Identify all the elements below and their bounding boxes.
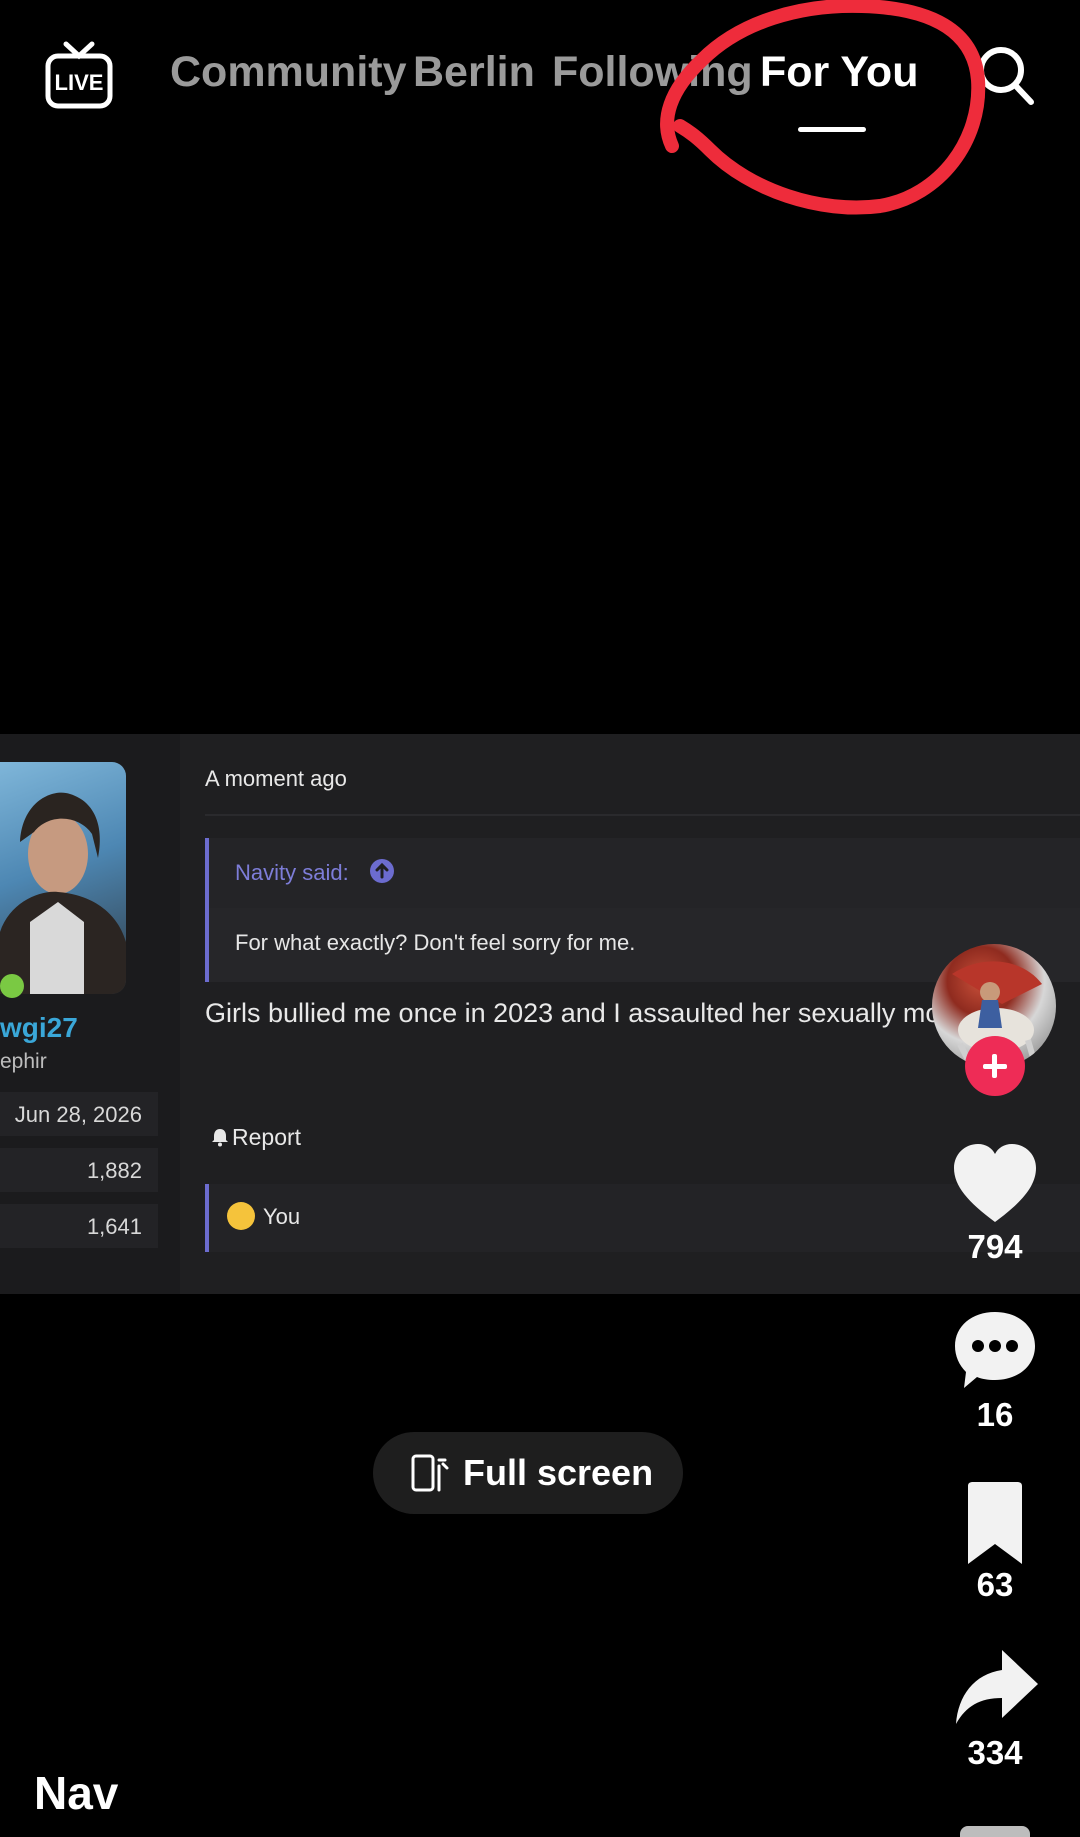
post-username: wgi27: [0, 1012, 78, 1043]
post-user-panel: wgi27 ephir Jun 28, 2026 1,882 1,641: [0, 734, 180, 1294]
post-timestamp: A moment ago: [205, 766, 347, 791]
quote-author: Navity said:: [235, 860, 349, 885]
tab-for-you[interactable]: For You: [760, 48, 918, 97]
quote-text: For what exactly? Don't feel sorry for m…: [235, 930, 636, 955]
bell-icon: [212, 1129, 228, 1147]
user-avatar: [0, 762, 126, 994]
save-count: 63: [976, 1566, 1014, 1603]
sound-disc-icon[interactable]: [960, 1826, 1030, 1837]
arrow-up-circle-icon: [370, 859, 394, 883]
report-link: Report: [210, 1124, 301, 1151]
red-annotation-circle: [660, 0, 986, 215]
heart-icon[interactable]: [950, 1140, 1040, 1230]
joy-emoji-icon: [227, 1202, 255, 1230]
post-body-text: Girls bullied me once in 2023 and I assa…: [205, 998, 941, 1028]
comment-icon[interactable]: [950, 1306, 1040, 1396]
forum-post-screenshot: wgi27 ephir Jun 28, 2026 1,882 1,641 A m…: [0, 734, 1080, 1294]
active-tab-indicator: [798, 127, 866, 132]
share-arrow-icon[interactable]: [950, 1644, 1040, 1734]
quote-block: Navity said: For what exactly? Don't fee…: [205, 838, 1080, 982]
tab-following[interactable]: Following: [552, 48, 753, 97]
live-tv-icon[interactable]: LIVE: [44, 40, 114, 110]
post-user-title: ephir: [0, 1050, 47, 1073]
bookmark-icon[interactable]: [950, 1478, 1040, 1568]
like-count: 794: [967, 1228, 1023, 1265]
online-status-dot: [0, 974, 24, 998]
quote-header: Navity said:: [209, 838, 1080, 908]
search-icon[interactable]: [975, 42, 1035, 107]
nav-label: Nav: [34, 1767, 119, 1819]
tab-berlin[interactable]: Berlin: [413, 48, 535, 97]
user-joined-date: Jun 28, 2026: [14, 1102, 142, 1127]
user-reaction-score: 1,641: [86, 1214, 142, 1239]
svg-text:LIVE: LIVE: [55, 70, 104, 95]
full-screen-button[interactable]: Full screen: [373, 1432, 683, 1514]
user-messages-count: 1,882: [86, 1158, 142, 1183]
share-count: 334: [967, 1734, 1023, 1771]
tab-community[interactable]: Community: [170, 48, 407, 97]
post-divider: [205, 814, 1080, 816]
comment-count: 16: [976, 1396, 1014, 1433]
rotate-phone-icon: [411, 1454, 449, 1492]
top-bar: LIVE Community Berlin Following For You: [0, 0, 1080, 215]
reaction-label: You: [263, 1204, 301, 1229]
follow-plus-button[interactable]: [965, 1036, 1025, 1096]
full-screen-label: Full screen: [463, 1452, 654, 1493]
report-label: Report: [232, 1124, 302, 1150]
